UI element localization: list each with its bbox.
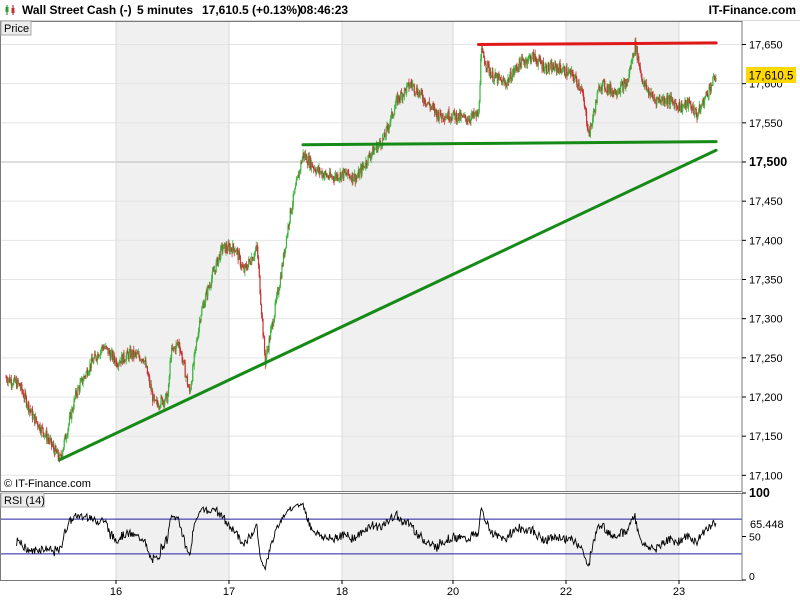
last-price-label: 17,610.5 <box>749 71 794 83</box>
candle-body <box>153 394 155 401</box>
candle-body <box>85 372 87 377</box>
rsi-axis-label: 50 <box>749 532 761 544</box>
candle-body <box>169 361 171 377</box>
candle-body <box>461 114 463 116</box>
candle-body <box>692 105 694 113</box>
candle-body <box>296 178 298 181</box>
price-axis-label: 17,350 <box>749 275 783 287</box>
candle-body <box>295 180 297 186</box>
price-axis-label: 17,500 <box>749 155 787 169</box>
price-axis-label: 17,650 <box>749 40 783 52</box>
rsi-axis-label: 0 <box>749 571 755 583</box>
candle-body <box>93 358 95 364</box>
price-axis-label: 17,550 <box>749 118 783 130</box>
candle-body <box>710 85 712 92</box>
candle-body <box>79 382 81 391</box>
candle-body <box>715 77 717 82</box>
candle-body <box>604 89 607 91</box>
candle-body <box>480 58 482 86</box>
price-axis-label: 17,300 <box>749 314 783 326</box>
candle-body <box>77 387 79 396</box>
watermark-text: © IT-Finance.com <box>4 478 91 490</box>
price-axis-label: 17,400 <box>749 235 783 247</box>
candle-body <box>703 98 706 106</box>
rsi-tab-label[interactable]: RSI (14) <box>4 495 45 507</box>
x-axis-label: 18 <box>336 586 348 598</box>
price-axis-label: 17,200 <box>749 392 783 404</box>
candle-body <box>453 110 455 114</box>
candle-body <box>545 65 548 73</box>
candle-body <box>82 380 84 384</box>
price-axis-label: 17,450 <box>749 196 783 208</box>
candle-body <box>281 265 283 279</box>
candle-body <box>465 115 467 119</box>
day-shade <box>342 21 453 491</box>
candle-body <box>201 308 203 316</box>
candle-body <box>32 415 34 420</box>
candle-body <box>347 169 350 175</box>
candle-body <box>42 427 44 433</box>
day-shade <box>116 493 229 580</box>
candle-body <box>485 64 487 68</box>
candle-body <box>640 71 642 74</box>
candle-body <box>712 76 714 86</box>
candle-body <box>285 237 288 248</box>
day-shade <box>116 21 229 491</box>
candle-body <box>258 265 260 276</box>
price-axis-label: 17,150 <box>749 431 783 443</box>
candle-body <box>667 98 669 105</box>
candle-body <box>192 365 194 382</box>
x-axis-label: 22 <box>560 586 572 598</box>
x-axis-label: 17 <box>223 586 235 598</box>
candle-body <box>596 93 598 103</box>
candle-body <box>128 351 130 359</box>
candle-body <box>578 82 580 89</box>
candle-body <box>592 111 595 119</box>
candle-body <box>564 66 566 75</box>
candle-body <box>597 89 599 94</box>
candle-body <box>638 56 640 64</box>
candle-body <box>576 78 578 85</box>
candle-body <box>414 92 416 94</box>
candle-body <box>294 185 297 189</box>
candle-body <box>62 451 64 457</box>
candle-body <box>393 109 396 115</box>
x-axis-label: 23 <box>673 586 685 598</box>
candle-body <box>123 352 125 361</box>
candle-body <box>278 290 280 294</box>
x-axis-label: 20 <box>447 586 459 598</box>
candle-body <box>222 248 224 251</box>
candle-body <box>167 396 169 403</box>
price-axis-label: 17,100 <box>749 470 783 482</box>
candle-body <box>232 243 235 249</box>
rsi-last-value: 65.448 <box>750 519 784 531</box>
candle-body <box>573 77 576 81</box>
candle-body <box>479 85 481 102</box>
candle-body <box>204 294 207 303</box>
price-tab-label[interactable]: Price <box>4 23 29 35</box>
candle-body <box>35 416 37 422</box>
resistance-trendline <box>477 41 718 46</box>
candle-body <box>492 71 494 82</box>
candle-body <box>549 63 551 69</box>
candle-body <box>645 83 647 90</box>
chart-canvas[interactable]: 17,100 17,150 17,200 17,250 17,300 17,350 17,4… <box>0 0 800 600</box>
price-axis-label: 17,250 <box>749 353 783 365</box>
rsi-axis-label: 100 <box>749 486 770 500</box>
candle-body <box>294 188 296 194</box>
candle-body <box>260 293 262 305</box>
x-axis-label: 16 <box>110 586 122 598</box>
